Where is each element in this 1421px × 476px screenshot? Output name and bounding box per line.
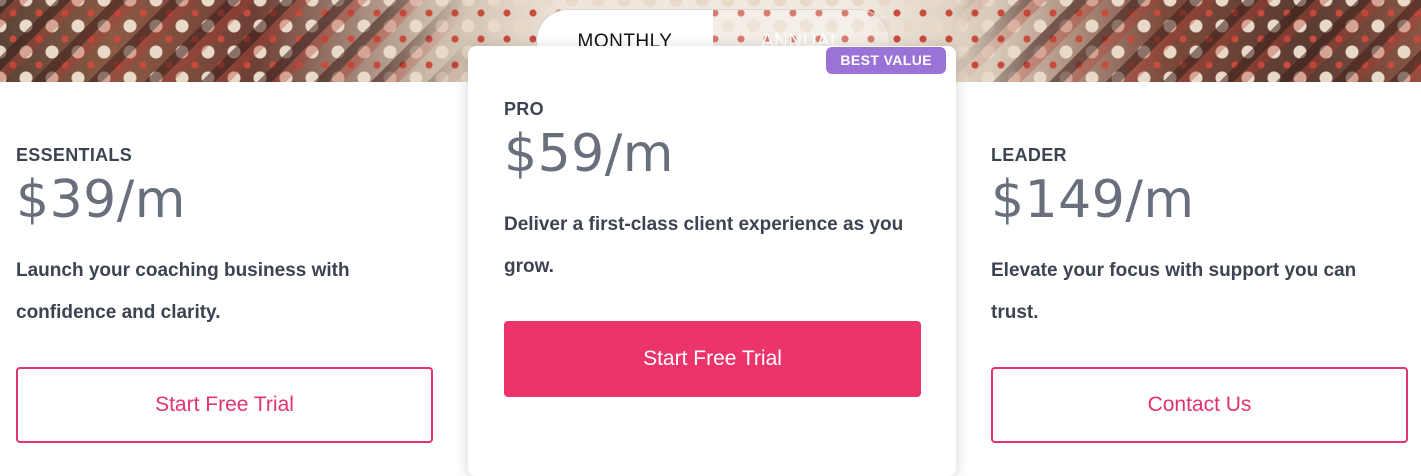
start-free-trial-button[interactable]: Start Free Trial bbox=[504, 321, 921, 397]
plan-name: ESSENTIALS bbox=[16, 145, 133, 165]
plan-price: $59/m bbox=[504, 124, 674, 184]
plan-price: $149/m bbox=[991, 170, 1195, 230]
plan-description: Launch your coaching business with confi… bbox=[16, 260, 350, 323]
contact-us-button[interactable]: Contact Us bbox=[991, 367, 1408, 443]
plan-name: LEADER bbox=[991, 145, 1067, 165]
plan-name: PRO bbox=[504, 99, 544, 119]
plan-description: Deliver a first-class client experience … bbox=[504, 214, 904, 277]
start-free-trial-button[interactable]: Start Free Trial bbox=[16, 367, 433, 443]
plan-price: $39/m bbox=[16, 170, 186, 230]
plan-card-pro: BEST VALUE PRO $59/m Deliver a first-cla… bbox=[468, 46, 956, 476]
plan-description: Elevate your focus with support you can … bbox=[991, 260, 1357, 323]
best-value-badge: BEST VALUE bbox=[826, 47, 946, 74]
